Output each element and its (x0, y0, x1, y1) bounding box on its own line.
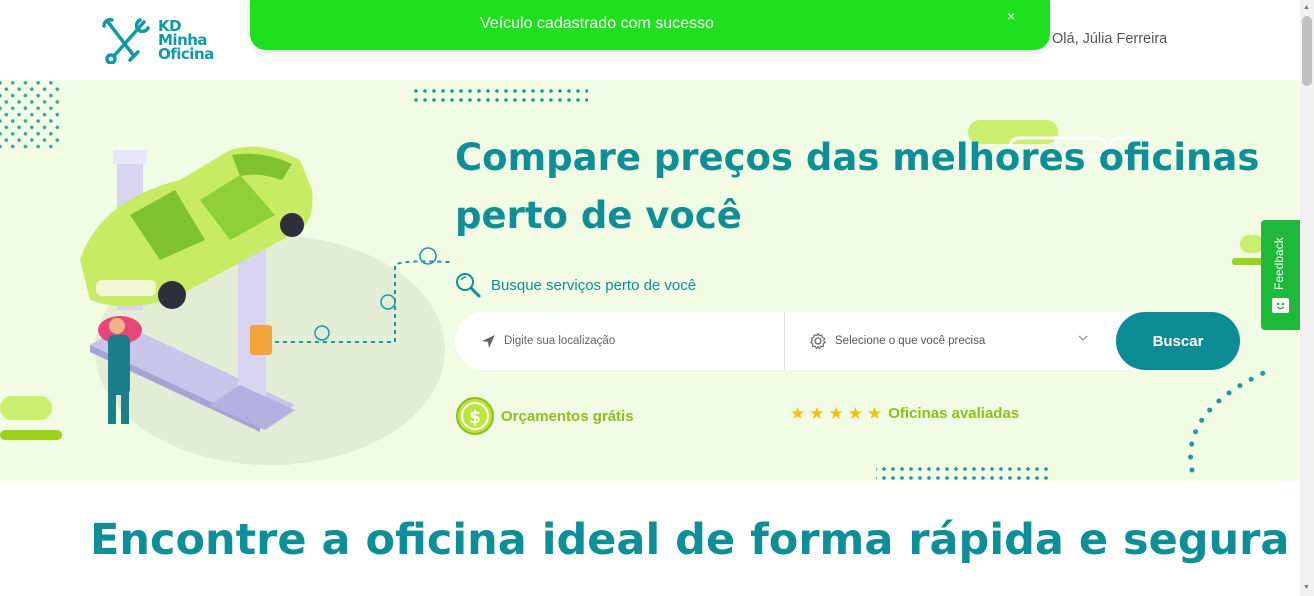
scroll-up-icon[interactable]: ▲ (1303, 4, 1310, 11)
section-title-rest: de forma rápida e segura (660, 515, 1290, 565)
service-select[interactable]: Selecione o que você precisa (785, 312, 1116, 370)
logo[interactable]: KD Minha Oficina (100, 16, 214, 64)
hero-section: Compare preços das melhores oficinas per… (0, 80, 1300, 481)
feature-rated-label: Oficinas avaliadas (888, 405, 1020, 422)
location-input[interactable] (504, 335, 764, 347)
user-greeting[interactable]: Olá, Júlia Ferreira (1052, 31, 1167, 47)
svg-text:$: $ (469, 407, 482, 428)
search-label: Busque serviços perto de você (491, 276, 697, 294)
scroll-down-icon[interactable]: ▼ (1303, 584, 1310, 591)
feedback-tab[interactable]: Feedback (1261, 220, 1300, 330)
search-label-row: Busque serviços perto de você (455, 272, 696, 298)
feature-free-quotes: $ Orçamentos grátis (455, 396, 634, 436)
wrench-screwdriver-icon (102, 17, 150, 64)
scroll-thumb[interactable] (1302, 16, 1312, 86)
star-icon: ★ (790, 404, 806, 423)
feedback-label: Feedback (1272, 237, 1286, 290)
dollar-coin-icon: $ (456, 397, 494, 435)
location-arrow-icon (482, 334, 495, 348)
hero-title: Compare preços das melhores oficinas per… (455, 129, 1295, 245)
scrollbar[interactable]: ▲ ▼ (1300, 0, 1314, 596)
magnifier-icon (456, 273, 481, 298)
logo-text: KD Minha Oficina (158, 17, 214, 63)
service-select-value: Selecione o que você precisa (835, 335, 986, 347)
rating-stars: ★ ★ ★ ★ ★ (790, 405, 882, 422)
location-field[interactable] (455, 312, 785, 370)
chat-icon (1272, 298, 1289, 313)
gear-icon (809, 332, 827, 350)
star-icon: ★ (867, 404, 883, 423)
star-icon: ★ (828, 404, 844, 423)
feature-free-quotes-label: Orçamentos grátis (501, 407, 634, 425)
star-icon: ★ (809, 404, 825, 423)
success-toast: Veículo cadastrado com sucesso × (250, 0, 1050, 50)
feature-rated-workshops: ★ ★ ★ ★ ★ Oficinas avaliadas (790, 405, 1019, 422)
search-bar: Selecione o que você precisa Buscar (455, 312, 1240, 370)
close-icon[interactable]: × (1007, 8, 1015, 24)
toast-message: Veículo cadastrado com sucesso (480, 15, 714, 32)
section-title-bold: Encontre a oficina ideal (90, 515, 661, 565)
star-icon: ★ (847, 404, 863, 423)
hero-title-line2: perto de você (455, 194, 742, 237)
search-button[interactable]: Buscar (1116, 312, 1240, 370)
section-title: Encontre a oficina ideal de forma rápida… (90, 515, 1290, 565)
chevron-down-icon (1078, 335, 1088, 341)
page: KD Minha Oficina Olá, Júlia Ferreira Com… (0, 0, 1314, 596)
hero-title-line1: Compare preços das melhores oficinas (455, 136, 1260, 179)
